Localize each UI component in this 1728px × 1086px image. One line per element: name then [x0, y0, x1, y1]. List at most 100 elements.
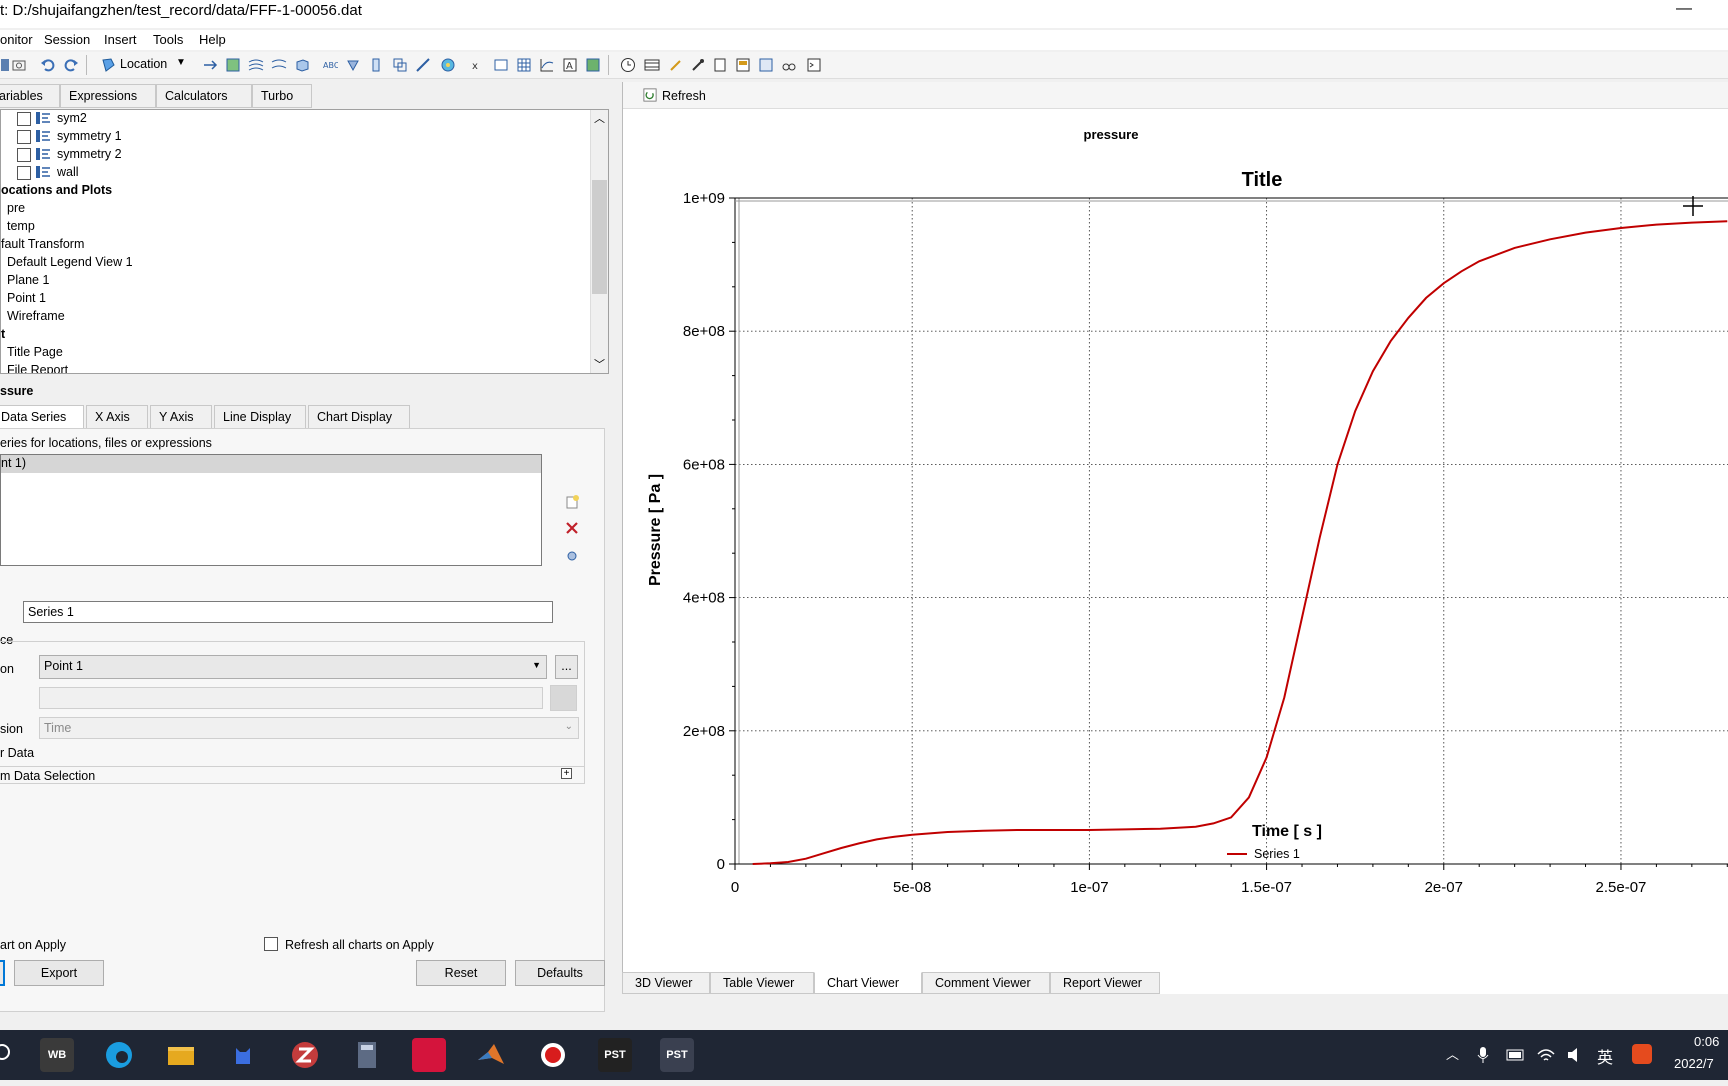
legend-label: Series 1 [1254, 847, 1300, 861]
camera-icon[interactable] [11, 57, 27, 73]
instance-transform-icon[interactable] [392, 57, 408, 73]
variable-icon[interactable]: x [470, 57, 486, 73]
menu-insert[interactable]: Insert [104, 32, 137, 47]
taskbar-pst-icon-active[interactable]: PST [660, 1038, 694, 1072]
tab-expressions[interactable]: Expressions [60, 84, 156, 108]
battery-icon[interactable] [1506, 1048, 1526, 1062]
taskbar-edge-icon[interactable] [102, 1038, 136, 1072]
menu-monitor[interactable]: onitor [0, 32, 33, 47]
microphone-icon[interactable] [1476, 1046, 1490, 1064]
tab-y-axis[interactable]: Y Axis [150, 405, 212, 429]
visibility-checkbox[interactable] [17, 148, 31, 162]
figure-icon[interactable] [585, 57, 601, 73]
streamline-icon[interactable] [248, 57, 264, 73]
taskbar-red-app-icon[interactable] [412, 1038, 446, 1072]
taskbar-zotero-icon[interactable] [288, 1038, 322, 1072]
clip-plane-icon[interactable] [345, 57, 361, 73]
chevron-down-icon[interactable]: ▼ [176, 57, 186, 68]
contour-icon[interactable] [225, 57, 241, 73]
volume-render-icon[interactable] [294, 57, 310, 73]
tab-table-viewer[interactable]: Table Viewer [710, 972, 814, 994]
taskbar-matlab-icon[interactable] [474, 1038, 508, 1072]
location-select[interactable]: Point 1 ▼ [39, 655, 547, 679]
taskbar-record-icon[interactable] [536, 1038, 570, 1072]
menu-tools[interactable]: Tools [153, 32, 183, 47]
series-list-item[interactable]: nt 1) [1, 455, 541, 473]
browse-location-button[interactable]: ... [555, 655, 578, 679]
tab-chart-display[interactable]: Chart Display [308, 405, 410, 429]
delete-series-icon[interactable] [564, 520, 580, 536]
text-icon[interactable]: ABC [322, 57, 338, 73]
defaults-button[interactable]: Defaults [515, 960, 605, 986]
location-icon[interactable] [100, 57, 116, 73]
vector-icon[interactable] [202, 57, 218, 73]
tree-scrollbar[interactable]: ︿ ﹀ [590, 110, 608, 373]
color-wheel-icon[interactable] [440, 57, 456, 73]
move-series-icon[interactable] [564, 548, 580, 564]
series-name-field[interactable]: Series 1 [23, 601, 553, 623]
taskbar-calculator-icon[interactable] [350, 1038, 384, 1072]
tab-turbo[interactable]: Turbo [252, 84, 312, 108]
expression-icon[interactable] [493, 57, 509, 73]
wifi-icon[interactable] [1536, 1046, 1556, 1064]
taskbar-workbench-icon[interactable]: WB [40, 1038, 74, 1072]
macro-calculator-icon[interactable] [735, 57, 751, 73]
mesh-calculator-icon[interactable] [758, 57, 774, 73]
reset-button[interactable]: Reset [416, 960, 506, 986]
tab-data-series[interactable]: Data Series [0, 405, 84, 429]
quick-editor-icon[interactable] [668, 57, 684, 73]
command-editor-icon[interactable] [806, 57, 822, 73]
refresh-all-checkbox[interactable] [264, 937, 278, 951]
animation-icon[interactable] [644, 57, 660, 73]
location-dropdown[interactable]: Location [120, 57, 167, 71]
search-icon[interactable] [0, 1044, 10, 1060]
particle-track-icon[interactable] [271, 57, 287, 73]
visibility-checkbox[interactable] [17, 130, 31, 144]
color-map-icon[interactable] [415, 57, 431, 73]
pressure-chart[interactable]: 0 5e-08 1e-07 1.5e-07 2e-07 2.5e-07 0 2e+08 4e+0… [623, 82, 1728, 962]
volume-icon[interactable] [1566, 1046, 1586, 1064]
tab-comment-viewer[interactable]: Comment Viewer [922, 972, 1050, 994]
visibility-checkbox[interactable] [17, 112, 31, 126]
taskbar-pst-icon[interactable]: PST [598, 1038, 632, 1072]
chart-icon[interactable] [539, 57, 555, 73]
tab-variables[interactable]: ariables [0, 84, 60, 108]
plot-area [735, 198, 1728, 864]
clock-date[interactable]: 2022/7 [1674, 1056, 1714, 1071]
tab-3d-viewer[interactable]: 3D Viewer [622, 972, 710, 994]
minimize-button[interactable]: — [1676, 0, 1692, 18]
table-icon[interactable] [516, 57, 532, 73]
tab-x-axis[interactable]: X Axis [86, 405, 148, 429]
visibility-checkbox[interactable] [17, 166, 31, 180]
sogou-icon[interactable] [1632, 1044, 1652, 1064]
menu-session[interactable]: Session [44, 32, 90, 47]
menu-help[interactable]: Help [199, 32, 226, 47]
function-calculator-icon[interactable] [712, 57, 728, 73]
apply-button[interactable] [0, 960, 5, 986]
tree-item-label: Plane 1 [7, 273, 50, 287]
series-list[interactable]: nt 1) [0, 454, 542, 566]
redo-icon[interactable] [63, 57, 79, 73]
tab-report-viewer[interactable]: Report Viewer [1050, 972, 1160, 994]
export-button[interactable]: Export [14, 960, 104, 986]
scroll-down-icon[interactable]: ﹀ [594, 356, 605, 372]
tab-chart-viewer[interactable]: Chart Viewer [814, 972, 922, 994]
undo-icon[interactable] [40, 57, 56, 73]
probe-icon[interactable] [690, 57, 706, 73]
svg-text:A: A [566, 61, 573, 72]
ime-indicator[interactable]: 英 [1597, 1044, 1613, 1068]
expand-icon[interactable]: + [561, 768, 572, 779]
tab-line-display[interactable]: Line Display [214, 405, 306, 429]
tab-calculators[interactable]: Calculators [156, 84, 252, 108]
scroll-up-icon[interactable]: ︿ [594, 110, 605, 126]
taskbar-cat-icon[interactable] [226, 1038, 260, 1072]
legend-icon[interactable] [368, 57, 384, 73]
taskbar-explorer-icon[interactable] [164, 1038, 198, 1072]
new-series-icon[interactable] [564, 494, 580, 510]
chevron-up-icon[interactable]: ︿ [1446, 1044, 1459, 1063]
clock-icon[interactable] [620, 57, 636, 73]
clock-time[interactable]: 0:06 [1694, 1034, 1719, 1049]
scrollbar-thumb[interactable] [592, 180, 607, 294]
comment-icon[interactable]: A [562, 57, 578, 73]
case-comparison-icon[interactable] [781, 57, 797, 73]
